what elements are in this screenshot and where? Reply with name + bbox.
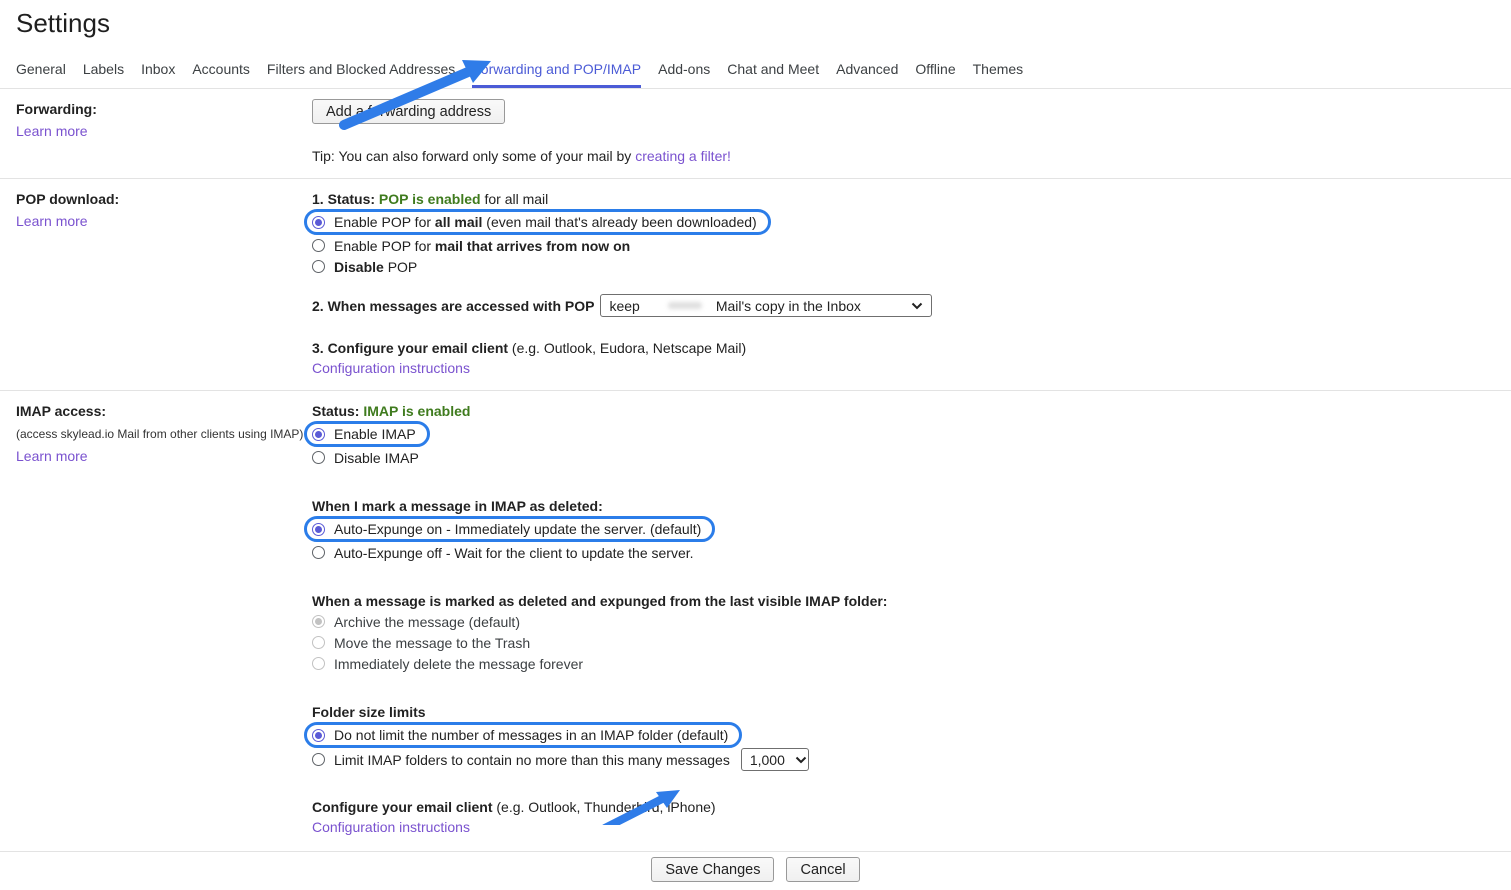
pop-access-select[interactable]: keep Mail's copy in the Inbox xyxy=(600,294,932,317)
tab-offline[interactable]: Offline xyxy=(915,61,955,88)
radio-option-archive-message-disabled: Archive the message (default) xyxy=(312,611,520,632)
pop-configure-label: 3. Configure your email client xyxy=(312,340,508,356)
save-changes-button[interactable]: Save Changes xyxy=(651,857,774,882)
cancel-button[interactable]: Cancel xyxy=(786,857,859,882)
radio-option-autoexpunge-on[interactable]: Auto-Expunge on - Immediately update the… xyxy=(304,516,715,542)
pop-download-section: POP download: Learn more 1. Status: POP … xyxy=(0,179,1511,391)
tab-filters-blocked[interactable]: Filters and Blocked Addresses xyxy=(267,61,455,88)
forwarding-learn-more-link[interactable]: Learn more xyxy=(16,121,88,141)
pop-status-rest: for all mail xyxy=(481,191,549,207)
imap-configuration-instructions-link[interactable]: Configuration instructions xyxy=(312,819,470,835)
page-title: Settings xyxy=(0,0,1511,39)
radio-button-selected[interactable] xyxy=(312,216,325,229)
radio-option-delete-forever-disabled: Immediately delete the message forever xyxy=(312,653,583,674)
pop-configure-line: 3. Configure your email client (e.g. Out… xyxy=(312,338,1511,358)
imap-access-sublabel: (access skylead.io Mail from other clien… xyxy=(16,424,312,444)
select-value: Mail's copy in the Inbox xyxy=(716,296,861,316)
pop-status-value: POP is enabled xyxy=(379,191,481,207)
radio-button-disabled xyxy=(312,636,325,649)
tab-themes[interactable]: Themes xyxy=(973,61,1024,88)
folder-size-limits-heading: Folder size limits xyxy=(312,702,1511,722)
forwarding-section: Forwarding: Learn more Add a forwarding … xyxy=(0,89,1511,179)
radio-button[interactable] xyxy=(312,546,325,559)
imap-configure-label: Configure your email client xyxy=(312,799,492,815)
tab-labels[interactable]: Labels xyxy=(83,61,124,88)
imap-deleted-heading: When I mark a message in IMAP as deleted… xyxy=(312,496,1511,516)
pop-status-line: 1. Status: POP is enabled for all mail xyxy=(312,189,1511,209)
radio-option-disable-imap[interactable]: Disable IMAP xyxy=(312,447,419,468)
radio-button-selected[interactable] xyxy=(312,729,325,742)
tab-chat-and-meet[interactable]: Chat and Meet xyxy=(727,61,819,88)
radio-option-enable-imap[interactable]: Enable IMAP xyxy=(304,421,430,447)
radio-option-disable-pop[interactable]: Disable POP xyxy=(312,256,417,277)
radio-label: Immediately delete the message forever xyxy=(334,654,583,674)
radio-label: Auto-Expunge on - Immediately update the… xyxy=(334,519,701,539)
redacted-text xyxy=(668,302,702,309)
pop-access-label: 2. When messages are accessed with POP xyxy=(312,296,594,316)
radio-button[interactable] xyxy=(312,260,325,273)
radio-option-enable-pop-all-mail[interactable]: Enable POP for all mail (even mail that'… xyxy=(304,209,771,235)
chevron-down-icon xyxy=(795,756,807,764)
tab-forwarding-pop-imap[interactable]: Forwarding and POP/IMAP xyxy=(472,61,641,88)
footer-actions: Save Changes Cancel xyxy=(0,852,1511,890)
tab-inbox[interactable]: Inbox xyxy=(141,61,175,88)
select-value: 1,000 xyxy=(750,750,785,770)
radio-label: Enable IMAP xyxy=(334,424,416,444)
radio-label: Auto-Expunge off - Wait for the client t… xyxy=(334,543,694,563)
settings-tab-bar: General Labels Inbox Accounts Filters an… xyxy=(0,39,1511,89)
radio-label: Enable POP for all mail (even mail that'… xyxy=(334,212,757,232)
imap-access-section: IMAP access: (access skylead.io Mail fro… xyxy=(0,391,1511,851)
imap-access-label: IMAP access: xyxy=(16,401,312,421)
radio-button[interactable] xyxy=(312,239,325,252)
radio-label: Limit IMAP folders to contain no more th… xyxy=(334,750,730,770)
tab-advanced[interactable]: Advanced xyxy=(836,61,898,88)
tab-general[interactable]: General xyxy=(16,61,66,88)
radio-label: Disable POP xyxy=(334,257,417,277)
radio-option-enable-pop-from-now-on[interactable]: Enable POP for mail that arrives from no… xyxy=(312,235,630,256)
radio-button[interactable] xyxy=(312,451,325,464)
radio-label: Do not limit the number of messages in a… xyxy=(334,725,728,745)
forwarding-label: Forwarding: xyxy=(16,99,312,119)
add-forwarding-address-button[interactable]: Add a forwarding address xyxy=(312,99,505,124)
imap-status-line: Status: IMAP is enabled xyxy=(312,401,1511,421)
pop-download-label: POP download: xyxy=(16,189,312,209)
pop-learn-more-link[interactable]: Learn more xyxy=(16,211,88,231)
radio-option-do-not-limit[interactable]: Do not limit the number of messages in a… xyxy=(304,722,742,748)
radio-button-disabled-selected xyxy=(312,615,325,628)
imap-status-label: Status: xyxy=(312,403,363,419)
chevron-down-icon xyxy=(911,302,923,310)
creating-a-filter-link[interactable]: creating a filter! xyxy=(635,148,731,164)
radio-label: Archive the message (default) xyxy=(334,612,520,632)
radio-button-selected[interactable] xyxy=(312,523,325,536)
imap-configure-line: Configure your email client (e.g. Outloo… xyxy=(312,797,1511,817)
radio-label: Enable POP for mail that arrives from no… xyxy=(334,236,630,256)
radio-option-move-to-trash-disabled: Move the message to the Trash xyxy=(312,632,530,653)
pop-configuration-instructions-link[interactable]: Configuration instructions xyxy=(312,360,470,376)
radio-button[interactable] xyxy=(312,753,325,766)
tab-add-ons[interactable]: Add-ons xyxy=(658,61,710,88)
radio-button-disabled xyxy=(312,657,325,670)
pop-configure-rest: (e.g. Outlook, Eudora, Netscape Mail) xyxy=(508,340,746,356)
tab-accounts[interactable]: Accounts xyxy=(192,61,250,88)
imap-configure-rest: (e.g. Outlook, Thunderbird, iPhone) xyxy=(492,799,715,815)
radio-option-autoexpunge-off[interactable]: Auto-Expunge off - Wait for the client t… xyxy=(312,542,694,563)
radio-label: Disable IMAP xyxy=(334,448,419,468)
imap-expunged-heading: When a message is marked as deleted and … xyxy=(312,591,1511,611)
radio-option-limit-imap-folders[interactable]: Limit IMAP folders to contain no more th… xyxy=(312,748,809,771)
limit-count-select[interactable]: 1,000 xyxy=(741,748,809,771)
forwarding-tip-text: Tip: You can also forward only some of y… xyxy=(312,148,635,164)
radio-label: Move the message to the Trash xyxy=(334,633,530,653)
imap-status-value: IMAP is enabled xyxy=(363,403,470,419)
imap-learn-more-link[interactable]: Learn more xyxy=(16,446,88,466)
radio-button-selected[interactable] xyxy=(312,428,325,441)
select-value: keep xyxy=(609,296,639,316)
pop-status-label: 1. Status: xyxy=(312,191,379,207)
